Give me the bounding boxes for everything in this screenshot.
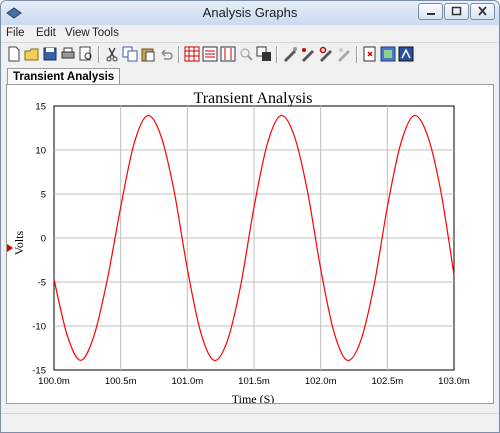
toolbar: [1, 42, 499, 67]
chart-svg[interactable]: Transient Analysis 100.0m 100.5m 101.0m 101…: [7, 85, 493, 403]
toggle-grid-icon[interactable]: [184, 46, 200, 62]
y-axis-label: Volts: [12, 230, 26, 255]
copy-icon[interactable]: [122, 46, 138, 62]
x-tick-label: 101.0m: [171, 376, 203, 387]
export-excel-icon[interactable]: [362, 46, 378, 62]
menu-edit[interactable]: Edit: [36, 27, 56, 39]
export-mathcad-icon[interactable]: [380, 46, 396, 62]
menu-view[interactable]: View: [65, 27, 90, 39]
title-bar[interactable]: Analysis Graphs: [1, 1, 499, 26]
x-tick-label: 100.0m: [38, 376, 70, 387]
analysis-graphs-window: Analysis Graphs File Edit View Tools Tra…: [0, 0, 500, 433]
maximize-icon: [451, 6, 462, 16]
y-tick-label: 0: [41, 234, 46, 245]
print-icon[interactable]: [60, 46, 76, 62]
y-tick-label: -10: [32, 322, 46, 333]
select-marks-icon[interactable]: [300, 46, 316, 62]
save-icon[interactable]: [42, 46, 58, 62]
maximize-button[interactable]: [444, 3, 469, 20]
x-tick-label: 102.5m: [371, 376, 403, 387]
restore-icon[interactable]: [318, 46, 334, 62]
chart-title: Transient Analysis: [194, 90, 313, 107]
y-tick-label: -15: [32, 366, 46, 377]
status-bar: [1, 413, 499, 432]
x-tick-label: 103.0m: [438, 376, 470, 387]
x-tick-label: 101.5m: [238, 376, 270, 387]
properties-icon[interactable]: [336, 46, 352, 62]
print-preview-icon[interactable]: [78, 46, 94, 62]
close-button[interactable]: [470, 3, 495, 20]
open-folder-icon[interactable]: [24, 46, 40, 62]
x-axis-label: Time (S): [232, 392, 275, 403]
y-tick-label: -5: [38, 278, 46, 289]
undo-icon[interactable]: [158, 46, 174, 62]
y-tick-label: 15: [35, 102, 46, 113]
toggle-legend-icon[interactable]: [202, 46, 218, 62]
menu-bar: File Edit View Tools: [1, 25, 499, 42]
zoom-icon[interactable]: [238, 46, 254, 62]
y-tick-label: 5: [41, 190, 46, 201]
menu-tools[interactable]: Tools: [92, 27, 119, 39]
y-tick-label: 10: [35, 146, 46, 157]
new-file-icon[interactable]: [6, 46, 22, 62]
graph-panel: Transient Analysis 100.0m 100.5m 101.0m 101…: [6, 84, 494, 404]
paste-icon[interactable]: [140, 46, 156, 62]
cut-icon[interactable]: [104, 46, 120, 62]
reverse-colors-icon[interactable]: [282, 46, 298, 62]
export-lvm-icon[interactable]: [398, 46, 414, 62]
overlay-traces-icon[interactable]: [256, 46, 272, 62]
minimize-button[interactable]: [418, 3, 443, 20]
x-tick-label: 102.0m: [305, 376, 337, 387]
minimize-icon: [427, 13, 435, 15]
x-tick-label: 100.5m: [105, 376, 137, 387]
show-cursors-icon[interactable]: [220, 46, 236, 62]
menu-file[interactable]: File: [6, 27, 25, 39]
close-icon: [478, 6, 487, 16]
tab-strip: Transient Analysis: [1, 65, 499, 86]
